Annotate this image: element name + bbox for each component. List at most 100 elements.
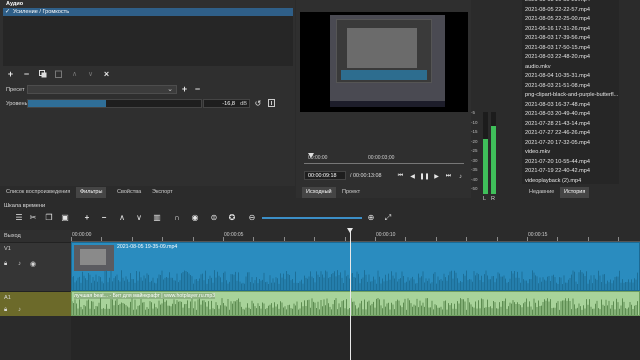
file-list-item[interactable]: 2021-07-28 21-43-14.mp4 <box>522 120 619 129</box>
left-tab-bar: Список воспроизведения Фильтры Свойства … <box>0 187 295 198</box>
snap-icon[interactable]: ∩ <box>172 213 182 223</box>
remove-icon[interactable]: − <box>99 213 109 223</box>
tab-properties[interactable]: Свойства <box>113 187 145 198</box>
ripple-all-icon[interactable]: ✪ <box>227 213 237 223</box>
audio-clip[interactable]: лучшая beat... - Бит для майнкрафт | www… <box>71 291 640 316</box>
file-list-item[interactable]: 2021-08-03 17-39-56.mp4 <box>522 34 619 44</box>
eye-icon[interactable]: ◉ <box>30 260 36 268</box>
level-slider[interactable] <box>27 99 202 108</box>
audio-lock-icon[interactable]: 🔒︎ <box>4 307 7 314</box>
file-list-item[interactable]: 2021-08-03 20-49-40.mp4 <box>522 110 619 120</box>
copy-filter-icon[interactable] <box>37 69 48 79</box>
playhead-handle[interactable] <box>346 228 353 233</box>
audio-mute-icon[interactable]: ♪ <box>18 307 21 313</box>
file-list-item[interactable]: 2021-07-20 10-55-44.mp4 <box>522 158 619 167</box>
ripple-icon[interactable]: ⊜ <box>209 213 219 223</box>
file-list-item[interactable]: 2021-06-16 17-31-26.mp4 <box>522 25 619 34</box>
keyframe-icon[interactable] <box>266 98 276 108</box>
track-header-a1[interactable]: A1 🔒︎ ♪ <box>0 291 71 316</box>
clip-thumbnail-inner <box>80 249 106 265</box>
paste-icon[interactable]: ▣ <box>60 213 70 223</box>
ruler-tick <box>283 237 285 241</box>
copy-icon[interactable]: ❐ <box>44 213 54 223</box>
lock-icon[interactable]: 🔒︎ <box>4 261 7 268</box>
rewind-icon[interactable]: ◀ <box>408 172 417 181</box>
zoom-slider[interactable] <box>262 217 362 219</box>
add-filter-button[interactable]: + <box>5 69 16 79</box>
cut-icon[interactable]: ✂ <box>28 213 38 223</box>
move-down-icon[interactable]: ∨ <box>85 69 96 79</box>
file-list-item[interactable]: 2021-07-27 22-46-26.mp4 <box>522 129 619 139</box>
file-list-item[interactable]: video.mkv <box>522 148 619 158</box>
deselect-filter-button[interactable]: × <box>101 69 112 79</box>
file-list-item[interactable]: videoplayback (2).mp4 <box>522 177 619 185</box>
skip-end-icon[interactable]: ⏭ <box>444 172 453 181</box>
preset-select[interactable]: ⌄ <box>27 85 177 94</box>
forward-icon[interactable]: ▶ <box>432 172 441 181</box>
tab-source[interactable]: Исходный <box>302 187 336 198</box>
volume-icon[interactable]: ♪ <box>456 172 465 181</box>
file-list-item[interactable]: 2021-08-05 22-22-57.mp4 <box>522 6 619 15</box>
reset-icon[interactable]: ↺ <box>253 98 263 108</box>
meter-scale-label: -20 <box>471 138 478 144</box>
file-list-item[interactable]: 2021-07-20 17-32-05.mp4 <box>522 139 619 148</box>
split-icon[interactable]: ▥ <box>152 213 162 223</box>
timeline-playhead[interactable] <box>346 228 353 360</box>
player-playhead-marker[interactable] <box>308 153 314 158</box>
ruler-tick <box>71 237 72 241</box>
zoom-out-icon[interactable]: ⊖ <box>247 213 257 223</box>
track-label-v1: V1 <box>4 246 11 252</box>
ruler-tick <box>253 237 255 241</box>
file-list-item[interactable]: 2021-08-03 22-48-20.mp4 <box>522 53 619 63</box>
append-icon[interactable]: + <box>82 213 92 223</box>
preset-add-button[interactable]: + <box>180 84 189 94</box>
tab-history[interactable]: История <box>560 187 590 198</box>
current-time-field[interactable]: 00:00:09:18 <box>304 171 346 180</box>
file-list-item[interactable]: png-clipart-black-and-purple-butterfl... <box>522 91 619 101</box>
lift-icon[interactable]: ∧ <box>117 213 127 223</box>
file-list-item[interactable]: 2021-08-03 17-50-15.mp4 <box>522 44 619 53</box>
video-viewer[interactable] <box>300 12 468 112</box>
zoom-fit-icon[interactable]: ⤢ <box>383 213 393 223</box>
filters-list: ✓ Усиление / Громкость <box>3 8 293 66</box>
meter-scale-label: -40 <box>471 176 478 182</box>
preset-remove-button[interactable]: − <box>193 84 202 94</box>
file-list-item[interactable]: 2021-08-05 22-25-00.mp4 <box>522 15 619 25</box>
skip-start-icon[interactable]: ⏮ <box>396 172 405 181</box>
video-clip[interactable]: 2021-08-05 19-35-09.mp4 <box>71 242 640 291</box>
tab-recent[interactable]: Недавние <box>525 187 558 198</box>
filter-checkbox[interactable]: ✓ <box>5 8 10 15</box>
zoom-in-icon[interactable]: ⊕ <box>366 213 376 223</box>
remove-filter-button[interactable]: − <box>21 69 32 79</box>
ruler-tick <box>435 237 437 241</box>
ruler-tick <box>466 237 468 241</box>
track-header-v1[interactable]: V1 🔒︎ ♪ ◉ <box>0 242 71 291</box>
clip-thumbnail <box>74 245 114 271</box>
file-list-item[interactable]: audio.mkv <box>522 63 619 72</box>
ruler-tick <box>527 237 528 241</box>
play-pause-icon[interactable]: ❚❚ <box>419 172 429 181</box>
overwrite-icon[interactable]: ∨ <box>134 213 144 223</box>
tab-playlist[interactable]: Список воспроизведения <box>2 187 74 198</box>
paste-filter-icon[interactable] <box>53 69 64 79</box>
move-up-icon[interactable]: ∧ <box>69 69 80 79</box>
preview-taskbar <box>330 101 445 107</box>
scrub-icon[interactable]: ◉ <box>190 213 200 223</box>
file-list-item[interactable]: 2021-08-04 10-35-31.mp4 <box>522 72 619 82</box>
timeline-title: Шкала времени <box>4 203 46 209</box>
meter-level-r <box>491 126 496 194</box>
filter-item[interactable]: ✓ Усиление / Громкость <box>3 8 293 16</box>
preview-inner-timeline <box>341 70 427 80</box>
tab-project[interactable]: Проект <box>338 187 364 198</box>
file-list-item[interactable]: 2021-08-03 21-51-08.mp4 <box>522 82 619 91</box>
file-list-item[interactable]: 2021-07-19 22-40-42.mp4 <box>522 167 619 177</box>
recent-files-list[interactable]: 2021-08-03 19-55-29.mp4 2021-08-05 22-22-… <box>522 0 619 184</box>
level-input[interactable]: -16,8 dB <box>203 99 250 108</box>
menu-icon[interactable]: ☰ <box>14 213 24 223</box>
timeline-ruler[interactable]: 00:00:00 00:00:05 00:00:10 00:00:15 <box>71 230 640 242</box>
player-ruler[interactable]: 00:00:00 00:00:03;00 <box>304 155 464 167</box>
tab-export[interactable]: Экспорт <box>148 187 177 198</box>
file-list-item[interactable]: 2021-08-03 16-37-48.mp4 <box>522 101 619 110</box>
tab-filters[interactable]: Фильтры <box>76 187 107 198</box>
mute-icon[interactable]: ♪ <box>18 261 21 267</box>
